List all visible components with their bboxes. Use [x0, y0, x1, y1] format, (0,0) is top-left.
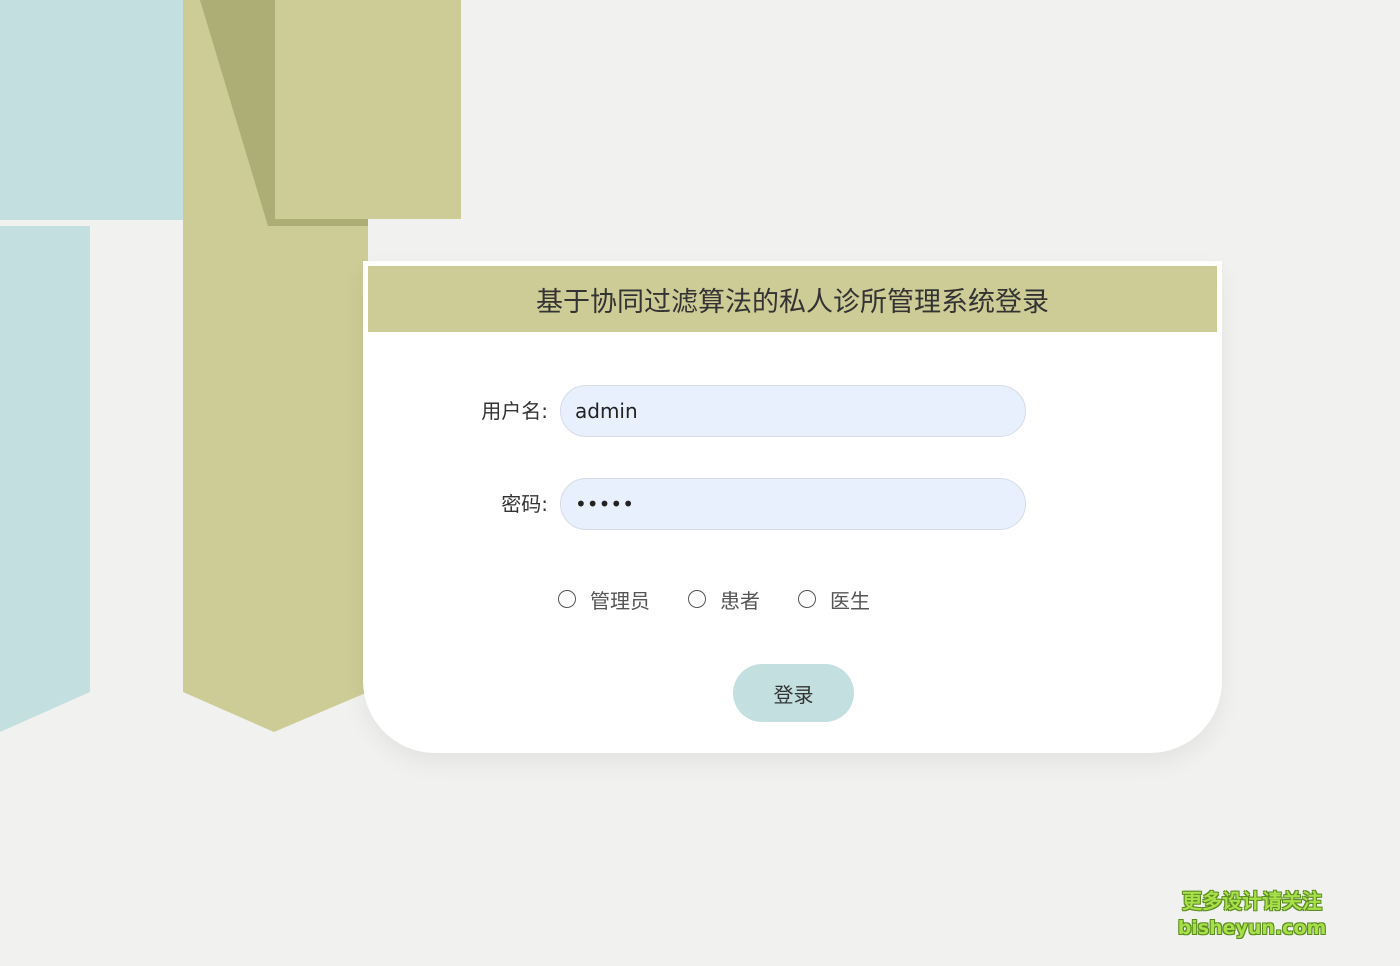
- role-option-admin[interactable]: 管理员: [558, 585, 650, 614]
- watermark-line-1: 更多设计请关注: [1182, 889, 1322, 913]
- radio-button[interactable]: [688, 590, 706, 608]
- role-label-doctor: 医生: [830, 588, 870, 613]
- role-option-patient[interactable]: 患者: [688, 585, 760, 614]
- site-watermark: 更多设计请关注 bisheyun.com: [1172, 888, 1332, 942]
- login-title: 基于协同过滤算法的私人诊所管理系统登录: [368, 266, 1217, 332]
- role-radio-group: 管理员 患者 医生: [558, 584, 908, 614]
- password-label: 密码:: [501, 492, 548, 516]
- teal-ribbon-top: [0, 0, 184, 220]
- username-row: 用户名:: [363, 385, 1222, 437]
- password-row: 密码:: [363, 478, 1222, 530]
- watermark-line-2: bisheyun.com: [1177, 917, 1327, 939]
- password-input[interactable]: [560, 478, 1026, 530]
- olive-ribbon-top: [275, 0, 461, 219]
- role-label-patient: 患者: [720, 588, 760, 613]
- radio-button[interactable]: [798, 590, 816, 608]
- login-card: 基于协同过滤算法的私人诊所管理系统登录 用户名: 密码: 管理员 患者 医生 登…: [363, 261, 1222, 753]
- role-label-admin: 管理员: [590, 588, 650, 613]
- username-label: 用户名:: [481, 399, 548, 423]
- username-input[interactable]: [560, 385, 1026, 437]
- role-option-doctor[interactable]: 医生: [798, 585, 870, 614]
- teal-ribbon-tail: [0, 226, 90, 732]
- login-button[interactable]: 登录: [733, 664, 854, 722]
- radio-button[interactable]: [558, 590, 576, 608]
